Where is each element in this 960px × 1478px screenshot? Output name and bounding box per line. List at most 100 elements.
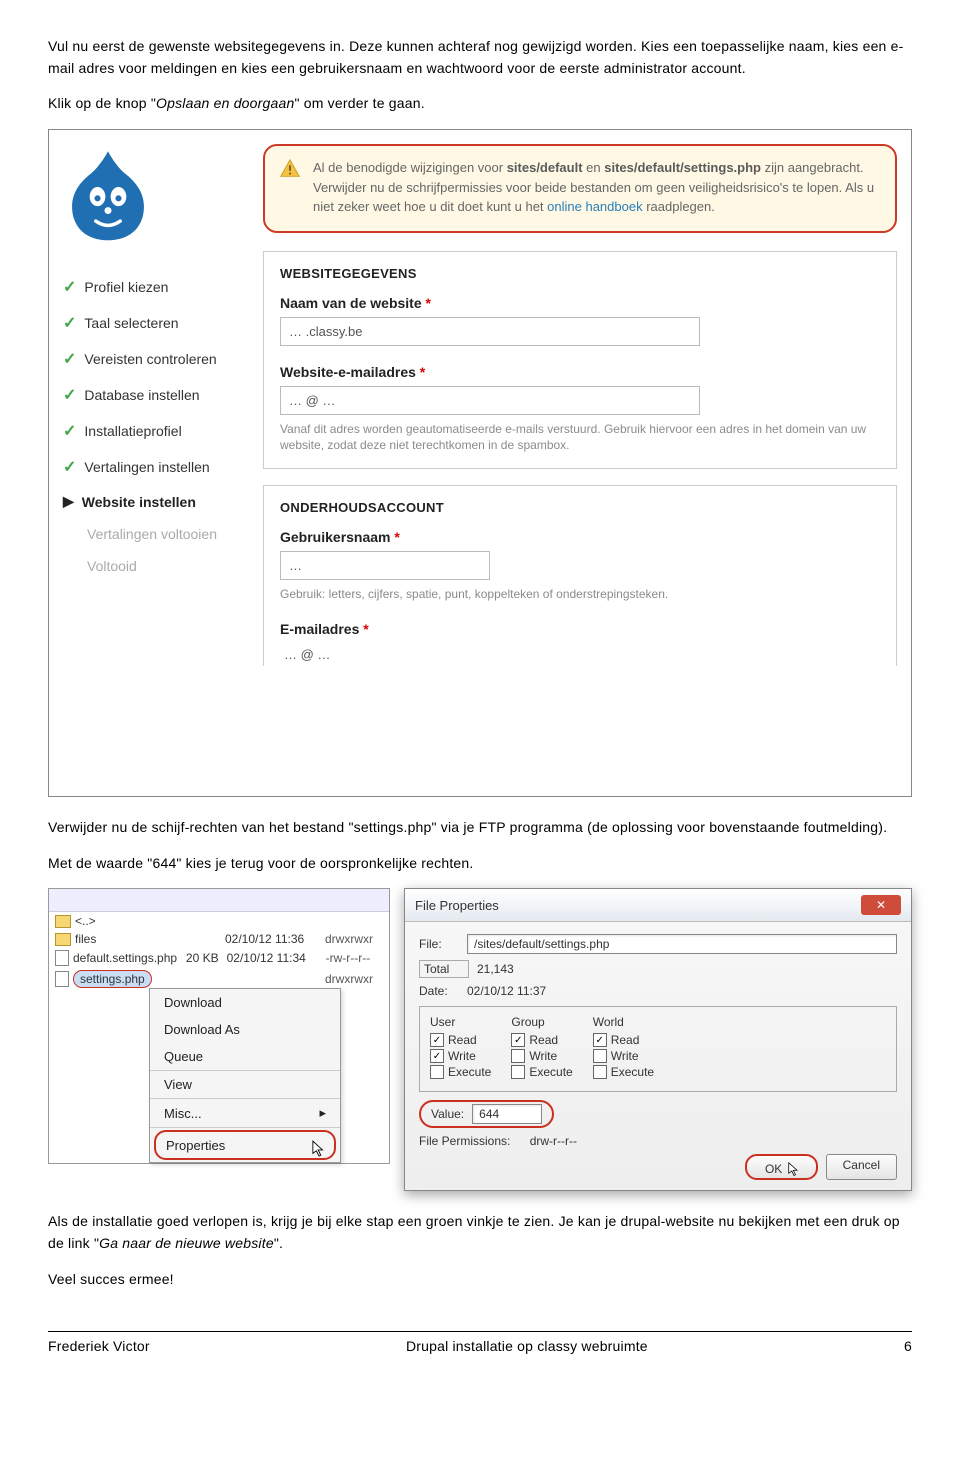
step-profile: ✓Profiel kiezen (63, 269, 253, 305)
date-label: Date: (419, 984, 459, 998)
page-footer: Frederiek Victor Drupal installatie op c… (48, 1331, 912, 1368)
cb-group-write[interactable]: Write (511, 1049, 572, 1063)
cursor-icon (312, 1140, 326, 1158)
check-icon: ✓ (63, 349, 76, 369)
drupal-installer-screenshot: ✓Profiel kiezen ✓Taal selecteren ✓Vereis… (48, 129, 912, 797)
cb-user-write[interactable]: Write (430, 1049, 491, 1063)
value-label: Value: (431, 1107, 464, 1121)
dialog-title: File Properties (415, 898, 499, 913)
siteemail-input[interactable]: … @ … (280, 386, 700, 415)
ftp-row-settings-selected[interactable]: settings.php drwxrwxr (49, 968, 389, 990)
file-icon (55, 950, 69, 966)
paragraph-5: Als de installatie goed verlopen is, kri… (48, 1211, 912, 1254)
required-star: * (420, 364, 425, 380)
col-user: User (430, 1015, 491, 1029)
total-value: 21,143 (477, 962, 514, 976)
check-icon: ✓ (63, 457, 76, 477)
check-icon: ✓ (63, 277, 76, 297)
path-1: sites/default (507, 160, 583, 175)
menu-misc[interactable]: Misc...▸ (150, 1099, 340, 1127)
folder-icon (55, 933, 71, 946)
menu-queue[interactable]: Queue (150, 1043, 340, 1070)
cb-world-exec[interactable]: Execute (593, 1065, 654, 1079)
file-value[interactable]: /sites/default/settings.php (467, 934, 897, 954)
footer-title: Drupal installatie op classy webruimte (406, 1338, 648, 1354)
date-value: 02/10/12 11:37 (467, 984, 546, 998)
p2c: " om verder te gaan. (294, 95, 424, 111)
menu-download-as[interactable]: Download As (150, 1016, 340, 1043)
username-label: Gebruikersnaam (280, 529, 391, 545)
p2a: Klik op de knop " (48, 95, 156, 111)
perm-value: drw-r--r-- (530, 1134, 577, 1148)
value-input[interactable]: 644 (472, 1104, 542, 1124)
file-properties-dialog: File Properties ✕ File: /sites/default/se… (404, 888, 912, 1191)
cb-world-read[interactable]: Read (593, 1033, 654, 1047)
paragraph-1: Vul nu eerst de gewenste websitegegevens… (48, 36, 912, 79)
ftp-row-folder[interactable]: files 02/10/12 11:36drwxrwxr (49, 930, 389, 948)
account-email-label: E-mailadres (280, 621, 359, 637)
panel-maintenance-account: ONDERHOUDSACCOUNT Gebruikersnaam * … Geb… (263, 485, 897, 666)
check-icon: ✓ (63, 313, 76, 333)
step-database: ✓Database instellen (63, 377, 253, 413)
cursor-icon (788, 1162, 800, 1177)
step-finished: Voltooid (63, 550, 253, 582)
cb-group-exec[interactable]: Execute (511, 1065, 572, 1079)
ftp-row-default-settings[interactable]: default.settings.php 20 KB02/10/12 11:34… (49, 948, 389, 968)
cb-group-read[interactable]: Read (511, 1033, 572, 1047)
ftp-and-dialog-row: <..> files 02/10/12 11:36drwxrwxr defaul… (48, 888, 912, 1191)
caret-icon: ▶ (63, 493, 74, 510)
required-star: * (394, 529, 399, 545)
cb-world-write[interactable]: Write (593, 1049, 654, 1063)
file-icon (55, 971, 69, 987)
menu-download[interactable]: Download (150, 989, 340, 1016)
cb-user-read[interactable]: Read (430, 1033, 491, 1047)
col-group: Group (511, 1015, 572, 1029)
paragraph-2: Klik op de knop "Opslaan en doorgaan" om… (48, 93, 912, 115)
step-language: ✓Taal selecteren (63, 305, 253, 341)
siteemail-label: Website-e-mailadres (280, 364, 416, 380)
handbook-link[interactable]: online handboek (547, 199, 642, 214)
footer-page-number: 6 (904, 1338, 912, 1354)
footer-author: Frederiek Victor (48, 1338, 150, 1354)
step-translations: ✓Vertalingen instellen (63, 449, 253, 485)
context-menu: Download Download As Queue View Misc...▸… (149, 988, 341, 1163)
ok-button[interactable]: OK (745, 1154, 818, 1180)
cb-user-exec[interactable]: Execute (430, 1065, 491, 1079)
account-email-value: … @ … (280, 643, 880, 662)
cancel-button[interactable]: Cancel (826, 1154, 897, 1180)
paragraph-3: Verwijder nu de schijf-rechten van het b… (48, 817, 912, 839)
p2b: Opslaan en doorgaan (156, 95, 294, 111)
required-star: * (363, 621, 368, 637)
perm-label: File Permissions: (419, 1134, 510, 1148)
col-world: World (593, 1015, 654, 1029)
siteemail-hint: Vanaf dit adres worden geautomatiseerde … (280, 421, 880, 455)
chevron-right-icon: ▸ (319, 1105, 326, 1121)
ftp-listing: <..> files 02/10/12 11:36drwxrwxr defaul… (48, 888, 390, 1164)
menu-view[interactable]: View (150, 1071, 340, 1098)
close-button[interactable]: ✕ (861, 895, 901, 915)
menu-properties[interactable]: Properties (154, 1130, 336, 1160)
username-hint: Gebruik: letters, cijfers, spatie, punt,… (280, 586, 880, 603)
sitename-input[interactable]: … .classy.be (280, 317, 700, 346)
paragraph-4: Met de waarde "644" kies je terug voor d… (48, 853, 912, 875)
username-input[interactable]: … (280, 551, 490, 580)
sitename-label: Naam van de website (280, 295, 422, 311)
warning-icon (279, 158, 301, 180)
warning-box: Al de benodigde wijzigingen voor sites/d… (263, 144, 897, 233)
required-star: * (426, 295, 431, 311)
check-icon: ✓ (63, 385, 76, 405)
drupal-logo (63, 146, 153, 242)
file-label: File: (419, 937, 459, 951)
folder-icon (55, 915, 71, 928)
permissions-fieldset: User Read Write Execute Group Read Write… (419, 1006, 897, 1092)
total-label: Total (419, 960, 469, 978)
step-finalize-translations: Vertalingen voltooien (63, 518, 253, 550)
paragraph-6: Veel succes ermee! (48, 1269, 912, 1291)
ftp-row-up[interactable]: <..> (49, 912, 389, 930)
panel-title: WEBSITEGEGEVENS (280, 266, 880, 281)
panel-website-info: WEBSITEGEGEVENS Naam van de website * … … (263, 251, 897, 470)
path-2: sites/default/settings.php (604, 160, 761, 175)
step-install-profile: ✓Installatieprofiel (63, 413, 253, 449)
check-icon: ✓ (63, 421, 76, 441)
install-steps: ✓Profiel kiezen ✓Taal selecteren ✓Vereis… (63, 269, 253, 582)
